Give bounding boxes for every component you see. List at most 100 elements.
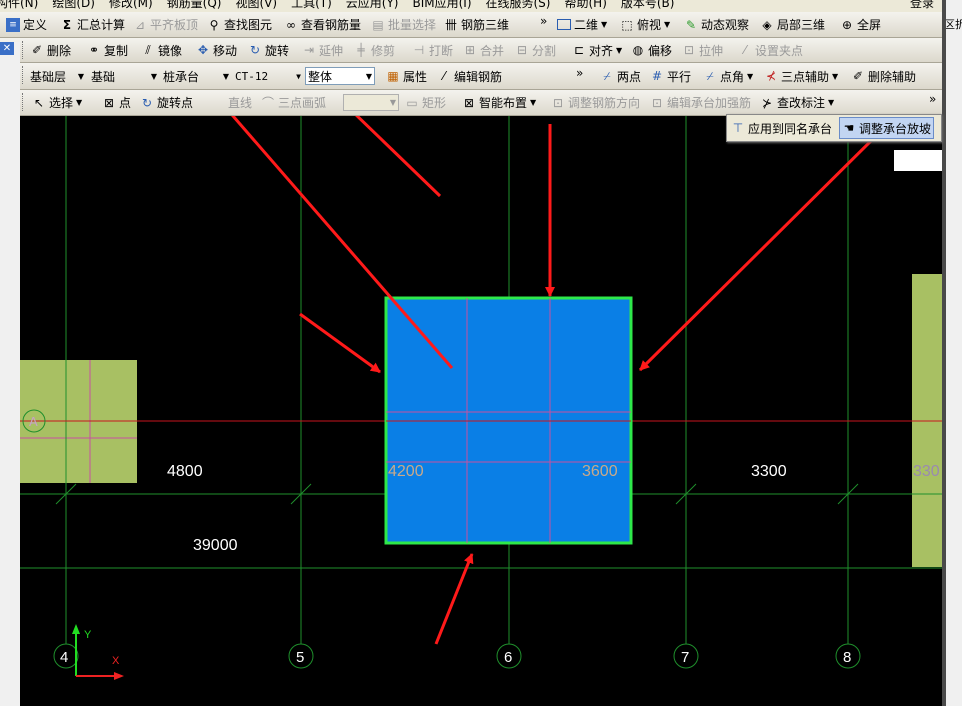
scope-value: 整体 (308, 69, 333, 84)
point-angle-dropdown[interactable]: ⌿ 点角 ▼ (703, 63, 753, 89)
edit-cap-rebar-button[interactable]: ⊡ 编辑承台加强筋 (650, 90, 751, 115)
define-icon: ≡ (6, 17, 20, 32)
rebar-3d-button[interactable]: 卌 钢筋三维 (444, 12, 509, 37)
break-icon: ⊣ (413, 43, 425, 57)
toolbar-grip[interactable] (22, 66, 26, 84)
select-dropdown[interactable]: ↖ 选择 ▼ (32, 90, 82, 115)
smart-layout-dropdown[interactable]: ⊠ 智能布置 ▼ (462, 90, 536, 115)
three-point-aux-dropdown[interactable]: ⊀ 三点辅助 ▼ (764, 63, 838, 89)
adjust-cap-slope-button[interactable]: ☚ 调整承台放坡 (839, 117, 935, 139)
three-point-arc-button[interactable]: ⌒ 三点画弧 (261, 90, 326, 115)
menu-item[interactable]: 修改(M) (109, 0, 153, 12)
edit-rebar-button[interactable]: ⁄ 编辑钢筋 (437, 63, 502, 89)
adjust-rebar-direction-button[interactable]: ⊡ 调整钢筋方向 (551, 90, 640, 115)
modify-label-dropdown[interactable]: ⊁ 查改标注 ▼ (760, 90, 834, 115)
point-icon: ⊠ (103, 95, 115, 110)
binoculars-icon: ⚲ (209, 17, 219, 32)
two-points-icon: ⌿ (603, 69, 611, 83)
arc-options-select[interactable]: ▼ (343, 94, 399, 111)
floor-value: 基础层 (30, 69, 67, 84)
dynamic-observe-button[interactable]: ✎ 动态观察 (684, 12, 749, 37)
copy-button[interactable]: ⚭ 复制 (87, 38, 128, 62)
move-icon: ✥ (197, 43, 209, 57)
overflow-chevron-icon[interactable]: » (540, 14, 547, 28)
split-button[interactable]: ⊟ 分割 (515, 38, 556, 62)
local-3d-button[interactable]: ◈ 局部三维 (760, 12, 825, 37)
point-label: 点 (119, 96, 132, 110)
menu-item[interactable]: 在线服务(S) (486, 0, 551, 12)
apply-same-name-cap-label: 应用到同名承台 (748, 121, 833, 136)
fullscreen-button[interactable]: ⊕ 全屏 (840, 12, 881, 37)
point-button[interactable]: ⊠ 点 (102, 90, 131, 115)
menu-item[interactable]: 工具(T) (291, 0, 332, 12)
properties-icon: ▦ (387, 69, 399, 83)
grip-point-icon: ⁄ (743, 43, 746, 57)
move-button[interactable]: ✥ 移动 (196, 38, 237, 62)
define-button[interactable]: ≡ 定义 (6, 12, 47, 37)
drawing-canvas[interactable]: 4800 4200 3600 3300 330 39000 A 4 5 6 7 … (20, 116, 942, 706)
merge-button[interactable]: ⊞ 合并 (463, 38, 504, 62)
rotate-button[interactable]: ↻ 旋转 (248, 38, 289, 62)
apply-icon: ⊤ (732, 121, 744, 135)
chevron-down-icon: ▼ (296, 71, 301, 81)
menu-item[interactable]: 版本号(B) (621, 0, 675, 12)
menu-item[interactable]: 云应用(Y) (346, 0, 399, 12)
rotate-point-button[interactable]: ↻ 旋转点 (140, 90, 193, 115)
merge-icon: ⊞ (464, 43, 476, 57)
batch-select-button[interactable]: ▤ 批量选择 (371, 12, 436, 37)
view-mode-dropdown[interactable]: 二维 ▼ (557, 12, 607, 37)
two-points-button[interactable]: ⌿ 两点 (600, 63, 641, 89)
menu-item[interactable]: 钢筋量(Q) (167, 0, 222, 12)
label-edit-icon: ⊁ (761, 95, 773, 110)
mirror-button[interactable]: ⫽ 镜像 (141, 38, 182, 62)
top-view-dropdown[interactable]: ⬚ 俯视 ▼ (620, 12, 670, 37)
delete-button[interactable]: ✐ 删除 (30, 38, 71, 62)
line-button[interactable]: 直线 (228, 90, 252, 115)
align-dropdown[interactable]: ⊏ 对齐 ▼ (572, 38, 622, 62)
chevron-down-icon: ▼ (616, 45, 623, 55)
component-name-select[interactable]: CT-12 ▼ (233, 67, 303, 85)
properties-button[interactable]: ▦ 属性 (386, 63, 427, 89)
mirror-label: 镜像 (158, 43, 183, 58)
close-icon[interactable]: ✕ (0, 42, 14, 55)
break-button[interactable]: ⊣ 打断 (412, 38, 453, 62)
view-rebar-qty-button[interactable]: ∞ 查看钢筋量 (284, 12, 361, 37)
overflow-chevron-icon[interactable]: » (929, 92, 936, 106)
left-panel-edge: ✕ (0, 42, 20, 706)
menu-item[interactable]: 构件(N) (0, 0, 38, 12)
parallel-icon: # (651, 69, 663, 83)
flat-top-label: 平齐板顶 (150, 18, 199, 32)
login-link[interactable]: 登录 (910, 0, 934, 11)
toolbar-draw: ↖ 选择 ▼ ⊠ 点 ↻ 旋转点 直线 ⌒ 三点画弧 ▼ ▭ 矩形 ⊠ 智能布置… (0, 90, 942, 116)
extend-label: 延伸 (319, 43, 344, 58)
set-grip-button[interactable]: ⁄ 设置夹点 (738, 38, 803, 62)
toolbar-grip[interactable] (22, 41, 26, 59)
menu-item[interactable]: 绘图(D) (52, 0, 95, 12)
toolbar-grip[interactable] (22, 93, 26, 111)
scope-select[interactable]: 整体 ▼ (305, 67, 375, 85)
menu-item[interactable]: BIM应用(I) (412, 0, 471, 12)
category-select[interactable]: 基础 ▼ (89, 67, 159, 85)
menu-item[interactable]: 视图(V) (235, 0, 277, 12)
flat-top-button[interactable]: ⊿ 平齐板顶 (133, 12, 198, 37)
delete-aux-button[interactable]: ✐ 删除辅助 (851, 63, 916, 89)
find-element-button[interactable]: ⚲ 查找图元 (207, 12, 272, 37)
offset-button[interactable]: ◍ 偏移 (631, 38, 672, 62)
find-element-label: 查找图元 (224, 18, 273, 32)
menu-item[interactable]: 帮助(H) (564, 0, 606, 12)
rectangle-button[interactable]: ▭ 矩形 (405, 90, 446, 115)
glasses-icon: ∞ (286, 17, 296, 32)
apply-same-name-cap-button[interactable]: ⊤ 应用到同名承台 (731, 115, 832, 141)
overflow-chevron-icon[interactable]: » (576, 66, 583, 80)
component-type-select[interactable]: 桩承台 ▼ (161, 67, 231, 85)
floor-select[interactable]: 基础层 ▼ (28, 67, 86, 85)
rotate-label: 旋转 (265, 43, 290, 58)
trim-button[interactable]: ╪ 修剪 (354, 38, 395, 62)
extend-button[interactable]: ⇥ 延伸 (302, 38, 343, 62)
edit-cap-rebar-label: 编辑承台加强筋 (667, 96, 752, 110)
parallel-button[interactable]: # 平行 (650, 63, 691, 89)
stretch-label: 拉伸 (699, 43, 724, 58)
stretch-button[interactable]: ⊡ 拉伸 (682, 38, 723, 62)
chevron-down-icon: ▼ (389, 98, 396, 107)
sum-calc-button[interactable]: Σ 汇总计算 (60, 12, 125, 37)
